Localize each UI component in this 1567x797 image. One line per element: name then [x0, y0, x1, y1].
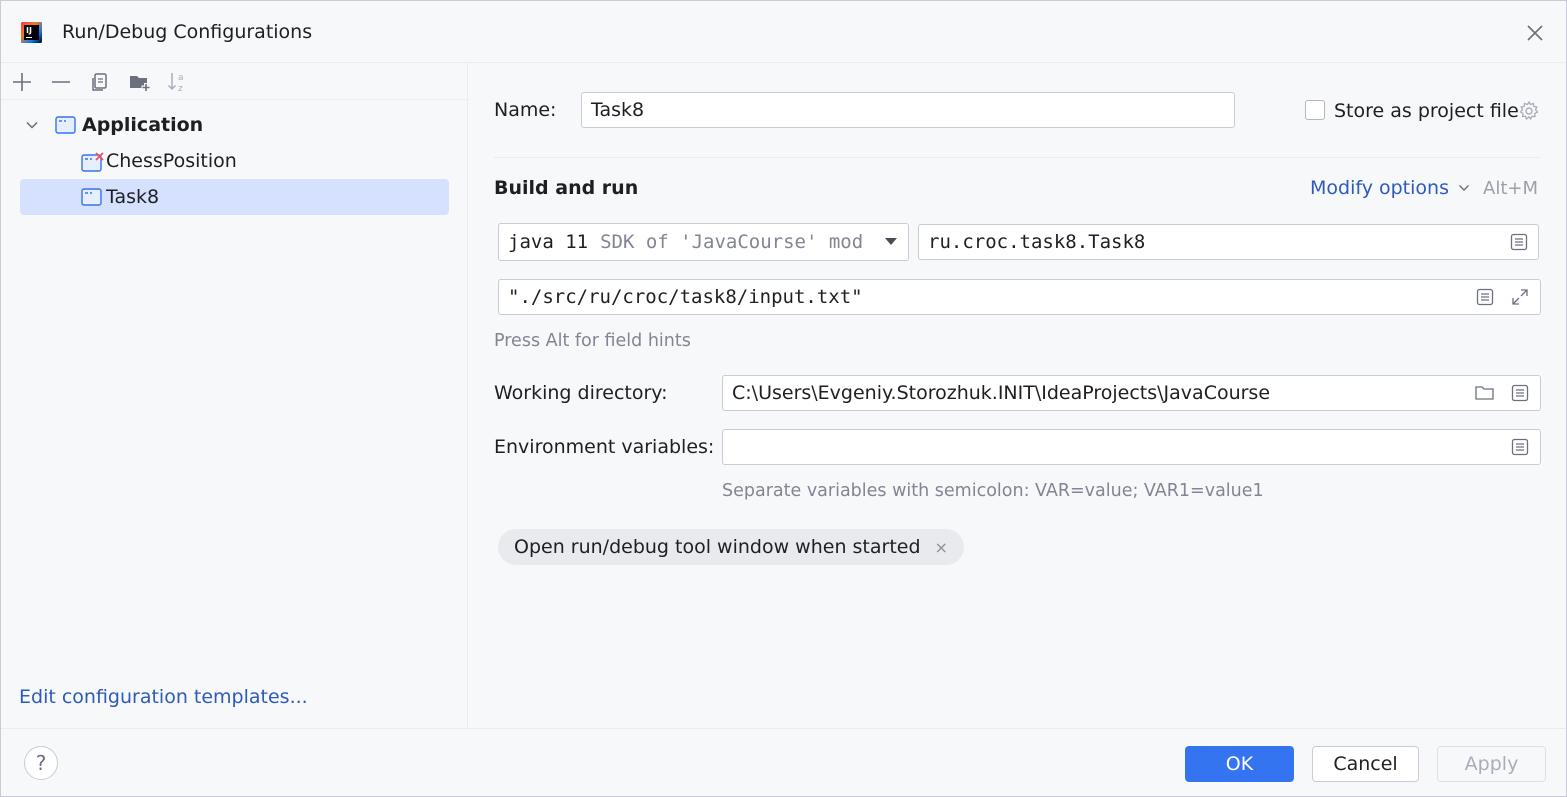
- tree-item-chessposition[interactable]: ChessPosition: [20, 143, 449, 179]
- tree-item-task8[interactable]: Task8: [20, 179, 449, 215]
- tree-item-label: ChessPosition: [106, 150, 237, 172]
- application-config-error-icon: [81, 152, 104, 172]
- environment-variables-input[interactable]: [722, 429, 1541, 465]
- name-input-value: Task8: [591, 99, 645, 121]
- modify-options-label: Modify options: [1310, 177, 1449, 199]
- section-title: Build and run: [494, 177, 639, 199]
- browse-list-icon[interactable]: [1508, 231, 1530, 253]
- working-directory-value: C:\Users\Evgeniy.Storozhuk.INIT\IdeaProj…: [732, 382, 1271, 404]
- field-hints-text: Press Alt for field hints: [494, 331, 691, 351]
- help-button[interactable]: ?: [24, 746, 58, 780]
- tree-group-application[interactable]: Application: [20, 107, 449, 143]
- window-title: Run/Debug Configurations: [62, 21, 313, 43]
- edit-configuration-templates-link[interactable]: Edit configuration templates...: [19, 686, 308, 708]
- environment-variables-label: Environment variables:: [494, 436, 715, 458]
- run-debug-dialog: IJ Run/Debug Configurations az Applicati…: [0, 0, 1567, 797]
- store-as-project-file-checkbox[interactable]: [1305, 100, 1325, 120]
- main-class-value: ru.croc.task8.Task8: [928, 231, 1146, 253]
- application-config-icon: [81, 188, 102, 206]
- title-bar: IJ Run/Debug Configurations: [1, 1, 1566, 63]
- store-as-project-file-label: Store as project file: [1334, 100, 1519, 122]
- separator: [494, 157, 1541, 158]
- configurations-panel: az Application ChessPosition Task8 Edit …: [1, 63, 468, 728]
- program-arguments-value: "./src/ru/croc/task8/input.txt": [508, 286, 863, 308]
- intellij-logo-icon: IJ: [21, 22, 42, 43]
- chip-label: Open run/debug tool window when started: [514, 536, 921, 558]
- svg-text:z: z: [178, 84, 183, 94]
- sort-icon[interactable]: az: [165, 69, 191, 95]
- chevron-down-icon[interactable]: [24, 117, 48, 133]
- jdk-version: java 11: [508, 231, 589, 253]
- add-icon[interactable]: [9, 69, 35, 95]
- ok-button[interactable]: OK: [1185, 746, 1294, 782]
- tree-group-label: Application: [82, 114, 204, 136]
- close-icon[interactable]: [1521, 19, 1549, 47]
- expand-icon[interactable]: [1509, 286, 1531, 308]
- tree-item-label: Task8: [106, 186, 160, 208]
- name-label: Name:: [494, 99, 557, 121]
- jdk-select[interactable]: java 11 SDK of 'JavaCourse' mod: [498, 223, 909, 261]
- apply-button[interactable]: Apply: [1437, 746, 1546, 782]
- browse-list-icon[interactable]: [1509, 382, 1531, 404]
- environment-variables-hint: Separate variables with semicolon: VAR=v…: [722, 481, 1264, 501]
- option-chip-open-tool-window: Open run/debug tool window when started …: [498, 529, 964, 565]
- working-directory-input[interactable]: C:\Users\Evgeniy.Storozhuk.INIT\IdeaProj…: [722, 375, 1541, 411]
- working-directory-label: Working directory:: [494, 382, 668, 404]
- jdk-detail: SDK of 'JavaCourse' mod: [600, 231, 864, 253]
- browse-list-icon[interactable]: [1509, 436, 1531, 458]
- copy-icon[interactable]: [87, 69, 113, 95]
- modify-options-shortcut: Alt+M: [1483, 178, 1538, 199]
- remove-icon[interactable]: [48, 69, 74, 95]
- name-input[interactable]: Task8: [581, 92, 1235, 128]
- folder-icon[interactable]: [1474, 382, 1496, 404]
- configuration-editor: Name: Task8 Store as project file Build …: [469, 63, 1566, 728]
- browse-list-icon[interactable]: [1474, 286, 1496, 308]
- gear-icon[interactable]: [1518, 100, 1540, 122]
- program-arguments-input[interactable]: "./src/ru/croc/task8/input.txt": [498, 279, 1541, 315]
- close-icon[interactable]: ×: [935, 538, 948, 557]
- application-config-icon: [55, 116, 76, 134]
- cancel-button[interactable]: Cancel: [1312, 746, 1419, 782]
- new-folder-icon[interactable]: [127, 69, 153, 95]
- chevron-down-icon: [1457, 181, 1471, 195]
- dropdown-arrow-icon[interactable]: [884, 236, 898, 248]
- modify-options-link[interactable]: Modify options: [1310, 177, 1471, 199]
- main-class-input[interactable]: ru.croc.task8.Task8: [918, 224, 1539, 260]
- svg-text:a: a: [178, 73, 184, 83]
- configurations-toolbar: az: [1, 63, 467, 100]
- dialog-button-bar: ? OK Cancel Apply: [1, 728, 1566, 796]
